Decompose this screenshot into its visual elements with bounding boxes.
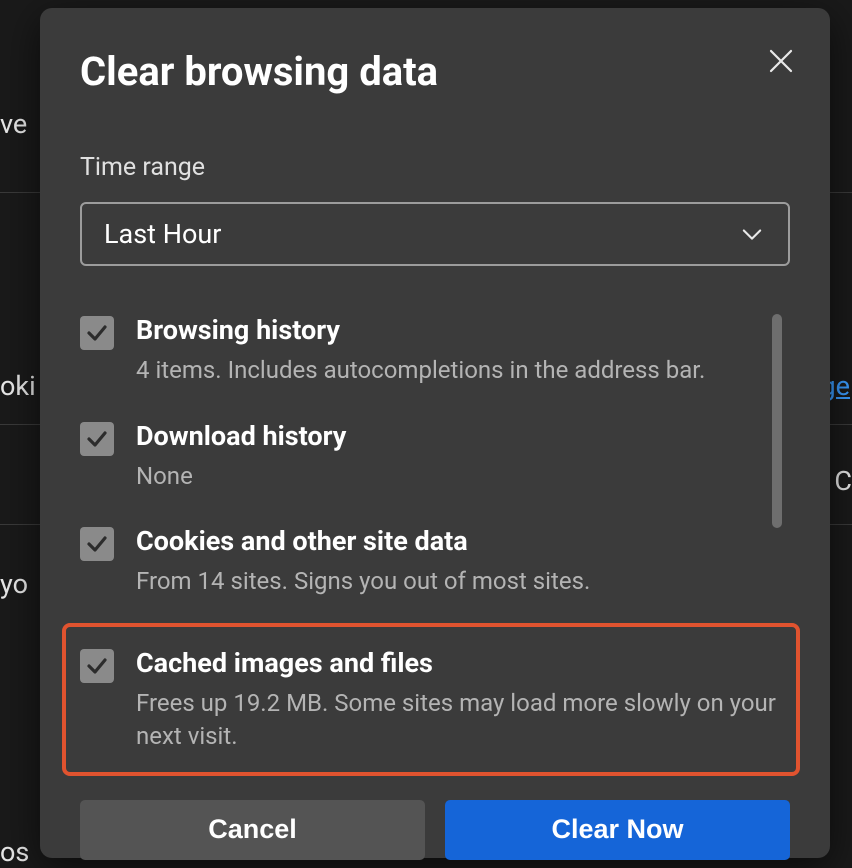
- checkbox-download-history[interactable]: [80, 422, 114, 456]
- checkmark-icon: [85, 427, 109, 451]
- option-cached-images: Cached images and files Frees up 19.2 MB…: [80, 647, 782, 754]
- checkmark-icon: [85, 532, 109, 556]
- scrollbar-thumb[interactable]: [772, 314, 782, 528]
- close-icon: [766, 46, 796, 76]
- option-text: Cached images and files Frees up 19.2 MB…: [136, 647, 782, 754]
- option-download-history: Download history None: [80, 408, 778, 514]
- option-text: Download history None: [136, 420, 778, 494]
- time-range-label: Time range: [80, 153, 830, 182]
- option-text: Browsing history 4 items. Includes autoc…: [136, 314, 778, 388]
- highlighted-option: Cached images and files Frees up 19.2 MB…: [62, 623, 800, 776]
- bg-text-fragment: ve: [0, 108, 27, 140]
- chevron-down-icon: [738, 220, 766, 248]
- bg-text-fragment: C: [834, 465, 852, 497]
- option-description: 4 items. Includes autocompletions in the…: [136, 354, 778, 388]
- bg-text-fragment: os: [0, 836, 29, 868]
- option-title: Download history: [136, 420, 778, 452]
- option-cookies: Cookies and other site data From 14 site…: [80, 513, 778, 619]
- dialog-buttons: Cancel Clear Now: [80, 800, 790, 860]
- cancel-button[interactable]: Cancel: [80, 800, 425, 860]
- option-description: None: [136, 460, 778, 494]
- checkbox-browsing-history[interactable]: [80, 316, 114, 350]
- time-range-value: Last Hour: [104, 218, 221, 250]
- checkbox-cached-images[interactable]: [80, 649, 114, 683]
- bg-text-fragment: oki: [0, 370, 36, 402]
- time-range-select[interactable]: Last Hour: [80, 202, 790, 266]
- option-description: From 14 sites. Signs you out of most sit…: [136, 565, 778, 599]
- checkmark-icon: [85, 654, 109, 678]
- option-title: Cookies and other site data: [136, 525, 778, 557]
- option-browsing-history: Browsing history 4 items. Includes autoc…: [80, 302, 778, 408]
- checkmark-icon: [85, 321, 109, 345]
- clear-now-button[interactable]: Clear Now: [445, 800, 790, 860]
- option-text: Cookies and other site data From 14 site…: [136, 525, 778, 599]
- clear-browsing-data-dialog: Clear browsing data Time range Last Hour…: [40, 8, 830, 858]
- option-description: Frees up 19.2 MB. Some sites may load mo…: [136, 687, 782, 754]
- option-title: Browsing history: [136, 314, 778, 346]
- option-title: Cached images and files: [136, 647, 782, 679]
- close-button[interactable]: [766, 46, 796, 76]
- checkbox-cookies[interactable]: [80, 527, 114, 561]
- dialog-title: Clear browsing data: [80, 48, 830, 95]
- bg-text-fragment: yo: [0, 568, 28, 600]
- options-list: Browsing history 4 items. Includes autoc…: [80, 302, 778, 776]
